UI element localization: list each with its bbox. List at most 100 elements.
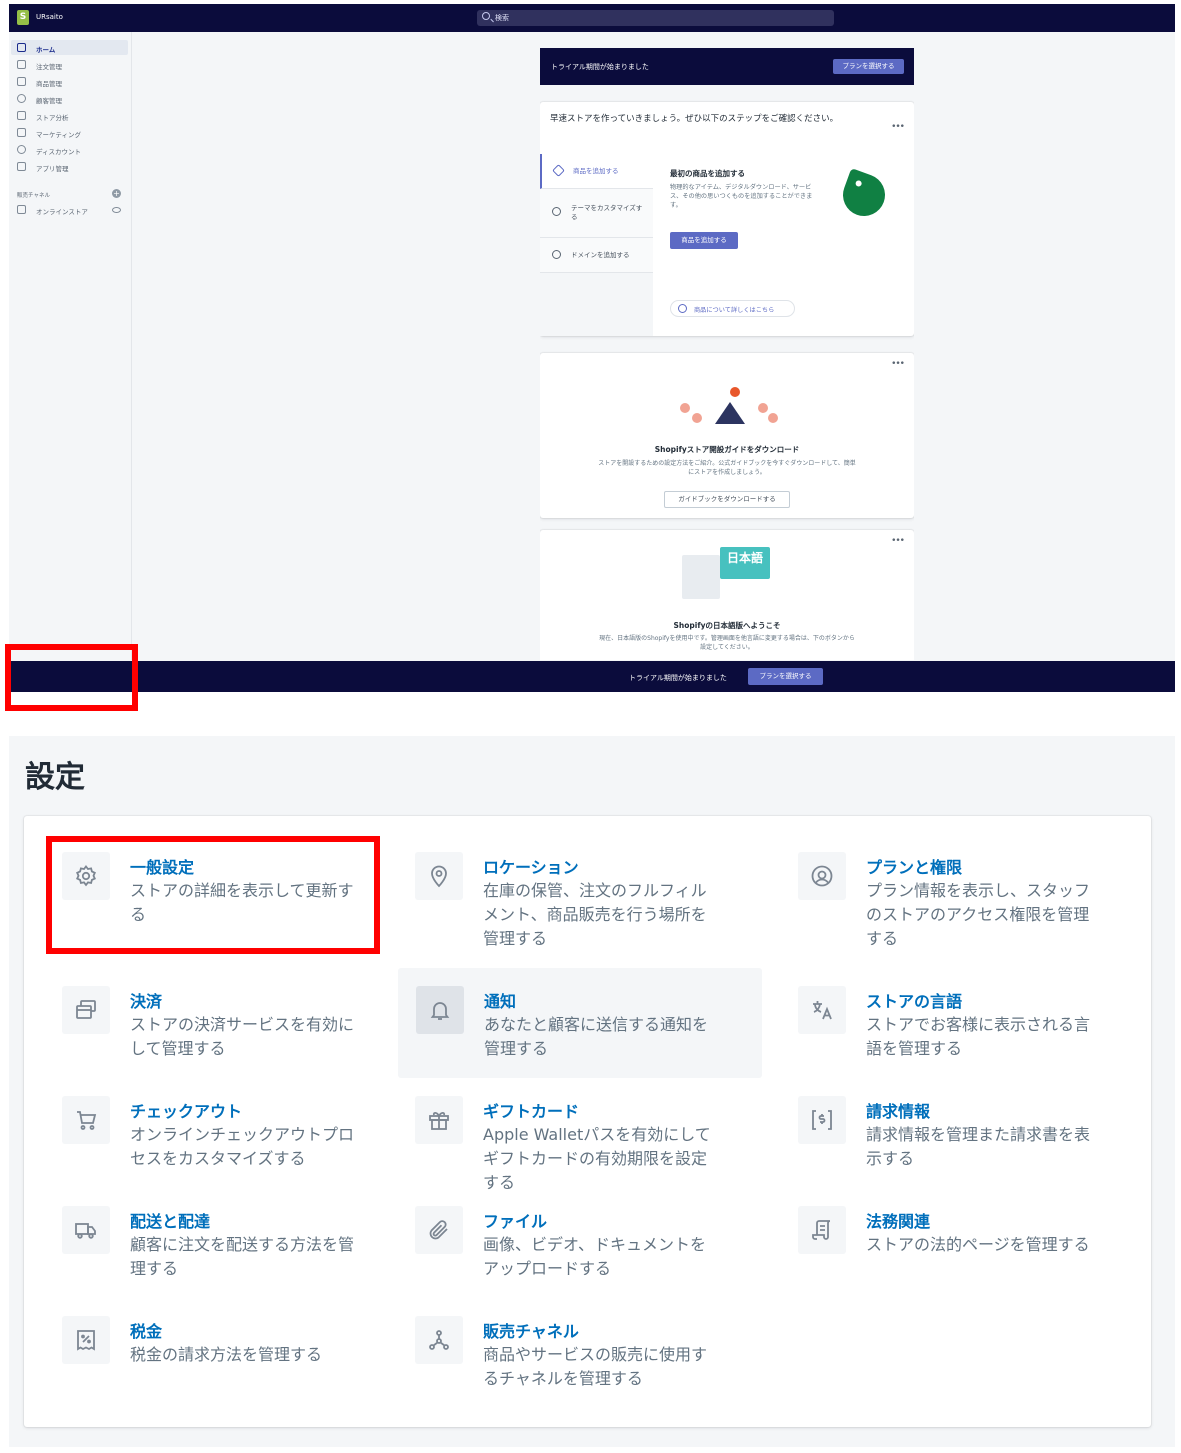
home-main: トライアル期間が始まりました プランを選択する 早速ストアを作っていきましょう。…: [540, 48, 914, 660]
more-actions-icon[interactable]: •••: [891, 536, 905, 546]
learn-more-link[interactable]: 商品について詳しくはこちら: [670, 300, 795, 317]
settings-item-title: 決済: [130, 992, 163, 1011]
settings-item-legal[interactable]: 法務関連 ストアの法的ページを管理する: [775, 1190, 1139, 1300]
japanese-badge: 日本語: [720, 547, 770, 579]
analytics-icon: [17, 111, 26, 120]
settings-item-desc: ストアの詳細を表示して更新する: [130, 881, 354, 924]
settings-item-title: 請求情報: [866, 1102, 931, 1121]
shopify-admin-home: S URsaito 検索 ホーム 注文管理 商品管理 顧客管理 ストア分析 マー…: [9, 4, 1175, 692]
user-circle-icon: [798, 852, 846, 900]
settings-item-store-languages[interactable]: ストアの言語 ストアでお客様に表示される言語を管理する: [775, 970, 1139, 1080]
settings-item-billing[interactable]: 請求情報 請求情報を管理また請求書を表示する: [775, 1080, 1139, 1190]
sidebar-item-label: オンラインストア: [36, 208, 88, 216]
sidebar-item-online-store[interactable]: オンラインストア: [11, 202, 128, 217]
settings-item-desc: オンラインチェックアウトプロセスをカスタマイズする: [130, 1125, 355, 1168]
settings-item-general[interactable]: 一般設定 ストアの詳細を表示して更新する: [39, 836, 403, 946]
sidebar-item-marketing[interactable]: マーケティング: [11, 125, 128, 140]
add-product-button[interactable]: 商品を追加する: [670, 232, 738, 249]
eye-icon[interactable]: [112, 207, 121, 213]
mountain-shape: [715, 402, 745, 424]
sidebar-item-label: アプリ管理: [36, 165, 69, 173]
settings-item-title: チェックアウト: [130, 1102, 243, 1121]
settings-item-desc: Apple Walletパスを有効にしてギフトカードの有効期限を設定する: [483, 1125, 711, 1192]
sidebar-item-label: マーケティング: [36, 131, 81, 139]
sun-shape: [730, 387, 740, 397]
help-icon: [678, 304, 687, 313]
settings-item-title: 法務関連: [866, 1212, 931, 1231]
sidebar-item-discounts[interactable]: ディスカウント: [11, 142, 128, 157]
more-actions-icon[interactable]: •••: [891, 359, 905, 369]
search-icon: [482, 12, 490, 20]
page-title: 設定: [25, 760, 85, 795]
trial-banner: トライアル期間が始まりました プランを選択する: [540, 48, 914, 85]
select-plan-button[interactable]: プランを選択する: [748, 668, 823, 685]
channels-icon: [415, 1316, 463, 1364]
billing-icon: [798, 1096, 846, 1144]
japanese-illustration: 日本語: [682, 545, 772, 605]
sidebar-item-home[interactable]: ホーム: [11, 40, 128, 55]
settings-item-taxes[interactable]: 税金 税金の請求方法を管理する: [39, 1300, 403, 1410]
store-icon: [17, 205, 26, 214]
settings-item-payments[interactable]: 決済 ストアの決済サービスを有効にして管理する: [39, 970, 403, 1080]
location-pin-icon: [415, 852, 463, 900]
cart-icon: [62, 1096, 110, 1144]
step-label: 商品を追加する: [573, 167, 619, 175]
sidebar-item-orders[interactable]: 注文管理: [11, 57, 128, 72]
sales-channels-heading: 販売チャネル: [17, 193, 50, 199]
step-add-product[interactable]: 商品を追加する: [540, 154, 653, 189]
settings-item-files[interactable]: ファイル 画像、ビデオ、ドキュメントをアップロードする: [392, 1190, 756, 1300]
settings-item-desc: 請求情報を管理また請求書を表示する: [866, 1125, 1091, 1168]
step-customize-theme[interactable]: テーマをカスタマイズする: [540, 189, 653, 238]
apps-icon: [17, 162, 26, 171]
step-label: ドメインを追加する: [571, 251, 630, 259]
panel-description: 物理的なアイテム、デジタルダウンロード、サービス、その他の思いつくものを追加する…: [670, 184, 813, 209]
settings-item-desc: 在庫の保管、注文のフルフィルメント、商品販売を行う場所を管理する: [483, 881, 707, 948]
gift-icon: [415, 1096, 463, 1144]
sidebar-item-products[interactable]: 商品管理: [11, 74, 128, 89]
step-add-domain[interactable]: ドメインを追加する: [540, 238, 653, 273]
settings-item-desc: ストアでお客様に表示される言語を管理する: [866, 1015, 1091, 1058]
settings-item-checkout[interactable]: チェックアウト オンラインチェックアウトプロセスをカスタマイズする: [39, 1080, 403, 1190]
search-placeholder: 検索: [495, 14, 509, 22]
settings-item-plan-permissions[interactable]: プランと権限 プラン情報を表示し、スタッフのストアのアクセス権限を管理する: [775, 836, 1139, 948]
settings-item-sales-channels[interactable]: 販売チャネル 商品やサービスの販売に使用するチャネルを管理する: [392, 1300, 756, 1410]
settings-item-gift-cards[interactable]: ギフトカード Apple Walletパスを有効にしてギフトカードの有効期限を設…: [392, 1080, 756, 1192]
translate-icon: [798, 986, 846, 1034]
setup-guide-card: 早速ストアを作っていきましょう。ぜひ以下のステップをご確認ください。 ••• 商…: [540, 102, 914, 336]
settings-item-title: ロケーション: [483, 858, 579, 877]
settings-item-notifications[interactable]: 通知 あなたと顧客に送信する通知を管理する: [398, 968, 762, 1078]
settings-item-title: 販売チャネル: [483, 1322, 579, 1341]
sidebar-item-customers[interactable]: 顧客管理: [11, 91, 128, 106]
bottom-trial-bar: トライアル期間が始まりました プランを選択する: [9, 661, 1175, 692]
settings-page: 設定 一般設定 ストアの詳細を表示して更新する ロケーション 在庫の保管、注文の…: [9, 736, 1175, 1447]
blossom-shape: [692, 413, 702, 423]
trial-banner-text: トライアル期間が始まりました: [551, 63, 649, 71]
sidebar-item-label: ホーム: [36, 46, 56, 54]
bell-icon: [416, 986, 464, 1034]
document-shape: [682, 555, 720, 599]
settings-item-shipping[interactable]: 配送と配達 顧客に注文を配送する方法を管理する: [39, 1190, 403, 1300]
sidebar-item-analytics[interactable]: ストア分析: [11, 108, 128, 123]
settings-item-desc: 商品やサービスの販売に使用するチャネルを管理する: [483, 1345, 708, 1388]
settings-item-locations[interactable]: ロケーション 在庫の保管、注文のフルフィルメント、商品販売を行う場所を管理する: [392, 836, 756, 948]
japanese-welcome-title: Shopifyの日本語版へようこそ: [673, 621, 781, 630]
settings-item-title: ギフトカード: [483, 1102, 580, 1121]
sidebar-item-apps[interactable]: アプリ管理: [11, 159, 128, 174]
settings-item-desc: 画像、ビデオ、ドキュメントをアップロードする: [483, 1235, 707, 1278]
payment-cards-icon: [62, 986, 110, 1034]
search-input[interactable]: 検索: [477, 10, 834, 26]
guidebook-title: Shopifyストア開設ガイドをダウンロード: [654, 445, 800, 454]
guidebook-illustration: [670, 375, 786, 435]
settings-item-desc: プラン情報を表示し、スタッフのストアのアクセス権限を管理する: [866, 881, 1091, 948]
more-actions-icon[interactable]: •••: [891, 122, 905, 132]
store-name[interactable]: URsaito: [36, 13, 63, 21]
download-guidebook-button[interactable]: ガイドブックをダウンロードする: [664, 491, 790, 508]
add-channel-icon[interactable]: +: [112, 189, 121, 198]
shopify-logo: S: [17, 10, 29, 25]
sidebar-item-label: ディスカウント: [36, 148, 82, 156]
select-plan-button[interactable]: プランを選択する: [833, 59, 904, 74]
brush-icon: [552, 207, 561, 216]
product-tag-illustration: [837, 168, 891, 222]
gear-icon: [62, 852, 110, 900]
blossom-shape: [680, 403, 690, 413]
